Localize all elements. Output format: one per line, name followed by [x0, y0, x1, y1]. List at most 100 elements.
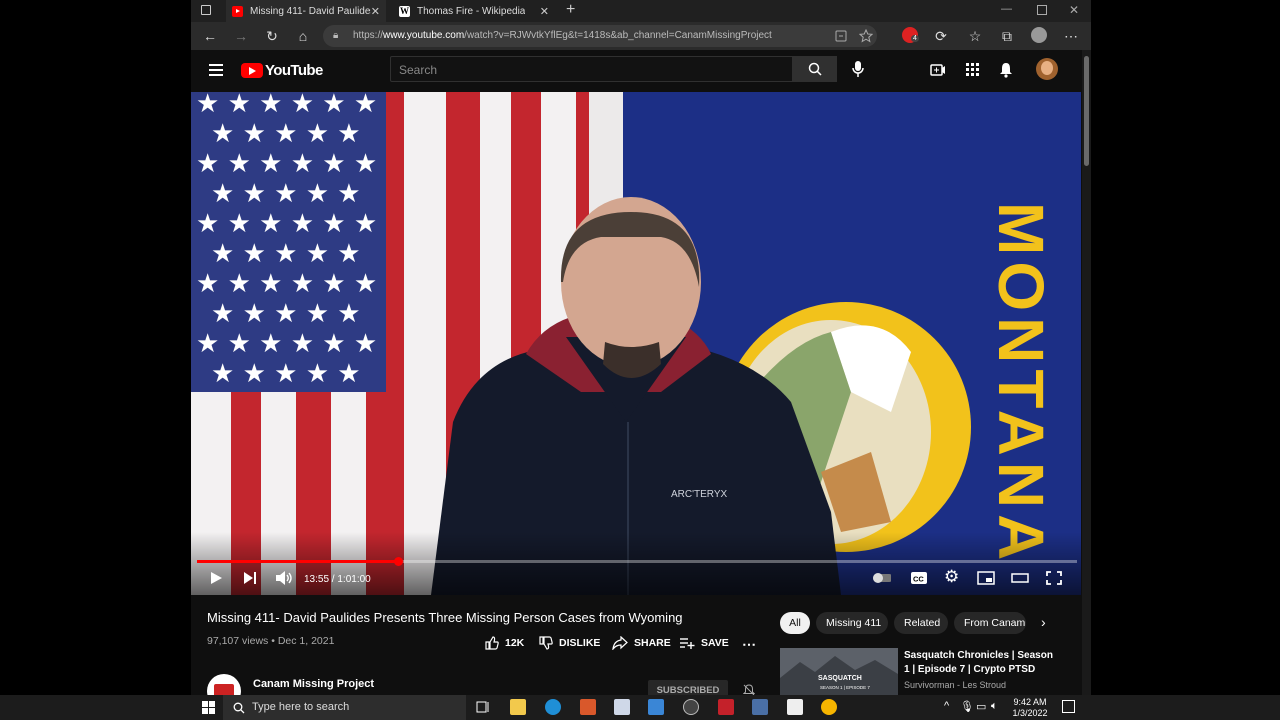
svg-text:★ ★ ★ ★ ★ ★: ★ ★ ★ ★ ★ ★ [196, 92, 377, 119]
file-explorer-icon[interactable] [510, 699, 526, 715]
progress-scrubber[interactable] [393, 557, 403, 566]
calculator-icon[interactable] [752, 699, 768, 715]
favorite-star-icon[interactable] [859, 29, 873, 43]
subtitles-cc-icon[interactable]: CC [910, 570, 930, 586]
chevron-right-icon[interactable]: › [1041, 614, 1046, 630]
speaker-icon[interactable]: 🔈︎ [991, 700, 998, 713]
close-icon[interactable]: ✕ [540, 5, 549, 18]
taskbar-clock[interactable]: 9:42 AM 1/3/2022 [1004, 697, 1056, 719]
collections-icon[interactable]: ⧉ [997, 26, 1017, 46]
profile-avatar-icon[interactable] [1031, 27, 1047, 43]
reload-icon[interactable]: ↻ [262, 26, 282, 46]
search-button[interactable] [793, 56, 837, 82]
favorites-icon[interactable]: ☆ [965, 26, 985, 46]
tray-microphone-icon[interactable]: 🎙︎ [960, 700, 974, 713]
like-count: 12K [505, 637, 525, 649]
restore-icon[interactable] [1037, 5, 1047, 15]
recommended-channel[interactable]: Survivorman - Les Stroud [904, 680, 1006, 690]
svg-text:★ ★ ★ ★ ★: ★ ★ ★ ★ ★ [211, 239, 361, 269]
svg-text:★ ★ ★ ★ ★ ★: ★ ★ ★ ★ ★ ★ [196, 209, 377, 239]
notifications-off-icon[interactable] [743, 684, 755, 695]
tab-label: Thomas Fire - Wikipedia [417, 5, 526, 17]
save-button[interactable]: SAVE [679, 636, 729, 650]
forward-icon[interactable]: → [231, 26, 251, 46]
settings-gear-icon[interactable]: ⚙ [944, 568, 964, 586]
more-actions-icon[interactable]: ⋯ [742, 636, 756, 653]
url-host: www.youtube.com [383, 30, 465, 41]
back-icon[interactable]: ← [200, 26, 220, 46]
new-tab-icon[interactable]: + [566, 1, 575, 19]
channel-avatar[interactable] [207, 674, 241, 695]
browser-window: Missing 411- David Paulides Pres ✕ W Tho… [191, 0, 1091, 695]
page-scrollbar[interactable] [1082, 50, 1091, 695]
tray-chevron-up-icon[interactable]: ^ [944, 700, 949, 712]
fullscreen-icon[interactable] [1045, 570, 1065, 586]
thumbs-down-icon [539, 636, 553, 650]
jacket-logo-text: ARC'TERYX [671, 489, 728, 500]
chrome-canary-icon[interactable] [821, 699, 837, 715]
url-path: /watch?v=RJWvtkYflEg&t=1418s&ab_channel=… [464, 30, 772, 41]
apps-grid-icon[interactable] [966, 63, 980, 77]
menu-icon[interactable] [209, 64, 223, 76]
chip-missing-411[interactable]: Missing 411 [816, 612, 888, 634]
recommended-thumbnail[interactable]: SASQUATCH SEASON 1 | EPISODE 7 [780, 648, 898, 695]
play-icon[interactable] [208, 570, 228, 586]
channel-name[interactable]: Canam Missing Project [253, 678, 374, 690]
notifications-bell-icon[interactable] [999, 62, 1013, 78]
volume-icon[interactable] [275, 570, 295, 586]
app-available-icon[interactable] [835, 30, 847, 42]
tab-bar: Missing 411- David Paulides Pres ✕ W Tho… [191, 0, 1091, 22]
svg-text:★ ★ ★ ★ ★: ★ ★ ★ ★ ★ [211, 119, 361, 149]
task-view-icon[interactable] [475, 699, 491, 715]
theater-mode-icon[interactable] [1011, 570, 1031, 586]
thumbs-up-icon [485, 636, 499, 650]
dislike-button[interactable]: DISLIKE [539, 636, 600, 650]
document-icon[interactable] [787, 699, 803, 715]
video-meta: 97,107 views • Dec 1, 2021 [207, 635, 334, 647]
voice-search-button[interactable] [847, 58, 869, 80]
svg-text:★ ★ ★ ★ ★: ★ ★ ★ ★ ★ [211, 179, 361, 209]
action-center-icon[interactable] [1062, 700, 1075, 713]
windows-start-icon[interactable] [202, 701, 215, 714]
recommended-title[interactable]: Sasquatch Chronicles | Season 1 | Episod… [904, 649, 1054, 677]
app-icon-4[interactable] [718, 699, 734, 715]
chip-related[interactable]: Related [894, 612, 948, 634]
tab-wikipedia[interactable]: W Thomas Fire - Wikipedia ✕ [395, 0, 555, 22]
extension-badge: 4 [911, 35, 919, 42]
obs-icon[interactable] [683, 699, 699, 715]
network-icon[interactable]: ▭ [976, 700, 986, 713]
search-input[interactable]: Search [390, 56, 793, 82]
window-close-icon[interactable]: ✕ [1069, 3, 1079, 17]
home-icon[interactable]: ⌂ [293, 26, 313, 46]
account-avatar[interactable] [1036, 58, 1058, 80]
settings-more-icon[interactable]: ⋯ [1061, 26, 1081, 46]
app-icon-3[interactable] [648, 699, 664, 715]
close-icon[interactable]: ✕ [371, 5, 380, 18]
autoplay-toggle-icon[interactable] [871, 570, 891, 586]
chip-all[interactable]: All [780, 612, 810, 634]
video-player[interactable]: ★ ★ ★ ★ ★ ★ ★ ★ ★ ★ ★ ★ ★ ★ ★ ★ ★ ★ ★ ★ … [191, 92, 1081, 595]
chip-from-canam[interactable]: From Canam M [954, 612, 1026, 634]
share-button[interactable]: SHARE [612, 636, 671, 650]
like-button[interactable]: 12K [485, 636, 524, 650]
app-icon-2[interactable] [614, 699, 630, 715]
thumb-subtitle-text: SEASON 1 | EPISODE 7 [820, 685, 870, 690]
subscribe-button[interactable]: SUBSCRIBED [648, 680, 728, 695]
app-icon-1[interactable] [580, 699, 596, 715]
tab-actions-icon[interactable] [201, 5, 211, 15]
miniplayer-icon[interactable] [977, 570, 997, 586]
next-icon[interactable] [242, 570, 262, 586]
url-field[interactable]: 🔒︎ https://www.youtube.com/watch?v=RJWvt… [323, 25, 877, 47]
taskbar-search-box[interactable]: Type here to search [223, 695, 466, 720]
create-video-icon[interactable] [930, 63, 946, 77]
video-title: Missing 411- David Paulides Presents Thr… [207, 610, 683, 625]
tab-youtube[interactable]: Missing 411- David Paulides Pres ✕ [226, 0, 386, 22]
youtube-logo[interactable]: YouTube [241, 62, 323, 79]
extension-icon[interactable]: 4 [902, 27, 919, 43]
time-display: 13:55 / 1:01:00 [304, 574, 371, 585]
edge-browser-icon[interactable] [545, 699, 561, 715]
share-arrow-icon [612, 636, 628, 650]
sync-icon[interactable]: ⟳ [931, 26, 951, 46]
montana-flag-text: MONTANA [985, 202, 1057, 566]
minimize-icon[interactable]: — [1001, 3, 1012, 15]
